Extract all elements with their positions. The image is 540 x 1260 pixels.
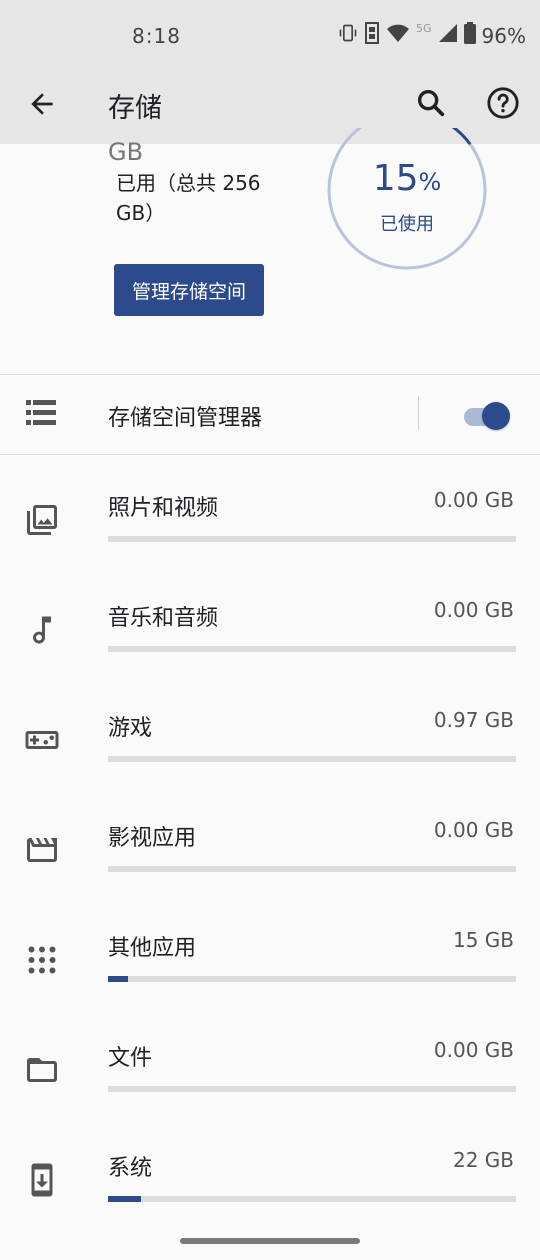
photo-library-icon (24, 502, 60, 538)
nfc-icon (364, 22, 380, 49)
category-usage-bar (108, 536, 516, 542)
category-size: 0.97 GB (433, 708, 514, 732)
usage-percent: 15% (326, 158, 488, 199)
search-icon[interactable] (414, 86, 450, 122)
category-usage-bar (108, 1196, 516, 1202)
category-label: 游戏 (108, 716, 153, 741)
wifi-icon (386, 23, 410, 48)
signal-icon (438, 23, 458, 48)
gamepad-icon (24, 722, 60, 758)
usage-percent-value: 15 (372, 158, 419, 199)
row-separator (418, 396, 419, 430)
category-label: 音乐和音频 (108, 606, 219, 631)
network-type: 5G (416, 22, 432, 35)
used-amount-partial: GB (108, 138, 144, 166)
music-note-icon (24, 612, 60, 648)
storage-list-icon (26, 400, 58, 430)
usage-ring: 15% 已使用 (326, 128, 488, 270)
category-size: 0.00 GB (433, 598, 514, 622)
category-row-other-apps[interactable]: 其他应用 15 GB (0, 906, 540, 1016)
category-row-movies[interactable]: 影视应用 0.00 GB (0, 796, 540, 906)
system-update-icon (24, 1162, 60, 1198)
category-row-files[interactable]: 文件 0.00 GB (0, 1016, 540, 1126)
status-time: 8:18 (132, 24, 181, 48)
category-row-system[interactable]: 系统 22 GB (0, 1126, 540, 1236)
category-label: 影视应用 (108, 826, 197, 851)
category-row-music[interactable]: 音乐和音频 0.00 GB (0, 576, 540, 686)
category-label: 系统 (108, 1156, 153, 1181)
storage-manager-toggle[interactable] (464, 402, 512, 430)
storage-manager-row[interactable]: 存储空间管理器 (0, 376, 540, 454)
help-icon[interactable] (486, 86, 522, 122)
category-usage-bar (108, 756, 516, 762)
category-usage-bar (108, 866, 516, 872)
folder-icon (24, 1052, 60, 1088)
battery-percent: 96% (481, 23, 526, 48)
storage-manager-label: 存储空间管理器 (108, 406, 263, 431)
toggle-knob (482, 402, 510, 430)
divider (0, 374, 540, 375)
usage-ring-progress (451, 128, 472, 146)
category-size: 0.00 GB (433, 818, 514, 842)
category-label: 其他应用 (108, 936, 197, 961)
category-row-games[interactable]: 游戏 0.97 GB (0, 686, 540, 796)
status-icons: 5G 96% (338, 22, 526, 49)
apps-grid-icon (24, 942, 60, 978)
category-usage-bar (108, 1086, 516, 1092)
manage-storage-button[interactable]: 管理存储空间 (114, 264, 264, 316)
category-label: 文件 (108, 1046, 153, 1071)
divider (0, 454, 540, 455)
usage-percent-symbol: % (418, 168, 442, 196)
category-label: 照片和视频 (108, 496, 219, 521)
category-size: 0.00 GB (433, 488, 514, 512)
used-total-text: 已用（总共 256 GB） (116, 171, 261, 225)
category-row-photos[interactable]: 照片和视频 0.00 GB (0, 466, 540, 576)
back-arrow-icon[interactable] (26, 88, 58, 120)
gesture-nav-handle[interactable] (180, 1238, 360, 1244)
battery-icon (463, 22, 476, 49)
movie-icon (24, 832, 60, 868)
page-title: 存储 (108, 93, 162, 124)
usage-caption: 已使用 (380, 214, 434, 235)
status-bar: 8:18 5G 96% (0, 0, 540, 72)
category-size: 22 GB (452, 1148, 514, 1172)
category-usage-fill (108, 1196, 141, 1202)
category-usage-bar (108, 646, 516, 652)
category-size: 0.00 GB (433, 1038, 514, 1062)
category-usage-bar (108, 976, 516, 982)
category-size: 15 GB (452, 928, 514, 952)
vibrate-icon (338, 23, 358, 48)
category-usage-fill (108, 976, 129, 982)
